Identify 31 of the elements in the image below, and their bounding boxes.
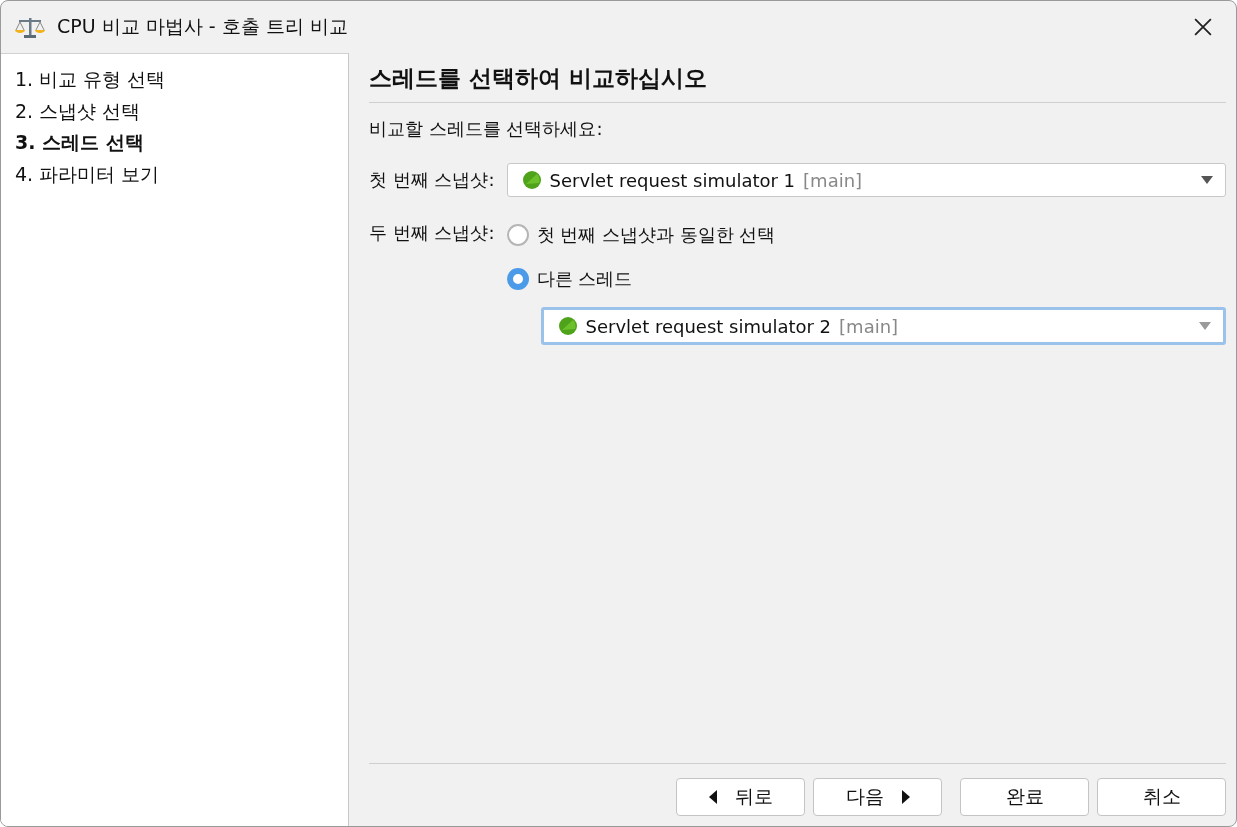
wizard-button[interactable]: 뒤로 [676, 778, 805, 816]
wizard-step: 3. 스레드 선택 [15, 127, 348, 159]
instruction-text: 비교할 스레드를 선택하세요: [369, 117, 604, 141]
thread-status-icon [557, 316, 578, 336]
thread-name: Servlet request simulator 2 [585, 315, 832, 337]
radio-option[interactable]: 첫 번째 스냅샷과 동일한 선택 [506, 213, 1226, 257]
window-title: CPU 비교 마법사 - 호출 트리 비교 [57, 14, 349, 39]
radio-option[interactable]: 다른 스레드 [506, 257, 1226, 301]
wizard-step: 1. 비교 유형 선택 [15, 64, 348, 96]
thread-status-icon [521, 170, 542, 190]
wizard-button[interactable]: 다음 [813, 778, 942, 816]
thread-suffix: [main] [803, 169, 863, 191]
caret-icon [1201, 176, 1213, 184]
radio-button[interactable] [506, 224, 529, 246]
close-icon[interactable] [1194, 18, 1212, 36]
wizard-button[interactable]: 취소 [1097, 778, 1226, 816]
wizard-step: 4. 파라미터 보기 [15, 158, 348, 190]
left-triangle-icon [708, 790, 717, 804]
field-label: 첫 번째 스냅샷: [369, 168, 495, 192]
wizard-step: 2. 스냅샷 선택 [15, 95, 348, 127]
balance-scale-icon [15, 15, 45, 39]
field-label: 두 번째 스냅샷: [369, 221, 495, 245]
thread-dropdown[interactable]: Servlet request simulator 2 [main] [540, 307, 1226, 345]
right-triangle-icon [901, 790, 910, 804]
thread-name: Servlet request simulator 1 [549, 169, 796, 191]
wizard-button[interactable]: 완료 [960, 778, 1089, 816]
thread-suffix: [main] [839, 315, 899, 337]
caret-icon [1199, 322, 1211, 330]
thread-dropdown[interactable]: Servlet request simulator 1 [main] [506, 163, 1226, 197]
radio-button[interactable] [506, 268, 529, 290]
page-heading: 스레드를 선택하여 비교하십시오 [369, 63, 1226, 103]
